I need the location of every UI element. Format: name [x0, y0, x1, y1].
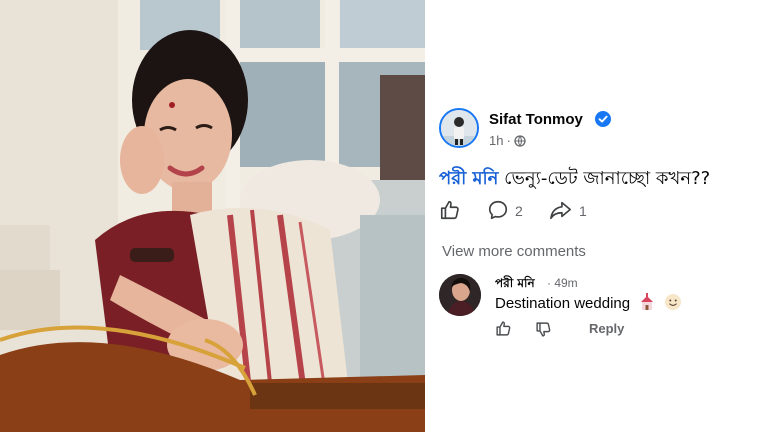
post-panel: Sifat Tonmoy 1h · পরী মনি ভেন্যু-ডেট জানা… [425, 0, 768, 432]
avatar-illustration [441, 110, 477, 146]
smiling-face-emoji [665, 294, 682, 310]
comment-actions: Reply [495, 320, 695, 338]
share-count: 1 [579, 203, 587, 219]
post-photo[interactable] [0, 0, 425, 432]
panel-bottom-blank [425, 343, 768, 432]
post-action-bar: 2 1 [439, 198, 659, 224]
author-avatar[interactable] [439, 108, 479, 148]
meta-separator: · [506, 133, 511, 148]
comment-body: Destination wedding [495, 295, 631, 312]
comment-time[interactable]: · 49m [547, 276, 578, 290]
verified-badge-icon [595, 111, 611, 127]
commenter-avatar-illustration [439, 274, 481, 316]
post-header: Sifat Tonmoy 1h · [439, 108, 759, 152]
comment-item: পরী মনি · 49m Destination wedding Reply [439, 272, 764, 342]
post-body-text: ভেন্যু-ডেট জানাচ্ছো কখন?? [498, 168, 711, 189]
photo-illustration [0, 0, 425, 432]
commenter-avatar[interactable] [439, 274, 481, 316]
like-button[interactable] [439, 198, 465, 224]
author-name[interactable]: Sifat Tonmoy [489, 111, 583, 128]
share-button[interactable]: 1 [549, 198, 595, 224]
reply-button[interactable]: Reply [589, 321, 624, 336]
comment-bubble-icon [488, 200, 508, 220]
thumbs-up-icon [440, 200, 459, 220]
post-mention-link[interactable]: পরী মনি [439, 168, 498, 189]
post-time[interactable]: 1h [489, 133, 503, 148]
thumbs-down-icon[interactable] [535, 321, 552, 338]
thumbs-up-icon[interactable] [495, 320, 512, 337]
wedding-chapel-emoji [641, 293, 654, 310]
share-arrow-icon [550, 201, 571, 220]
panel-top-blank [425, 0, 768, 97]
comment-text: Destination wedding [495, 293, 682, 312]
post-meta: 1h · [489, 133, 526, 148]
post-text: পরী মনি ভেন্যু-ডেট জানাচ্ছো কখন?? [439, 164, 764, 195]
comment-button[interactable]: 2 [487, 198, 533, 224]
commenter-name[interactable]: পরী মনি [495, 275, 535, 295]
view-more-comments-link[interactable]: View more comments [442, 243, 586, 260]
globe-icon[interactable] [514, 135, 526, 147]
comment-count: 2 [515, 203, 523, 219]
